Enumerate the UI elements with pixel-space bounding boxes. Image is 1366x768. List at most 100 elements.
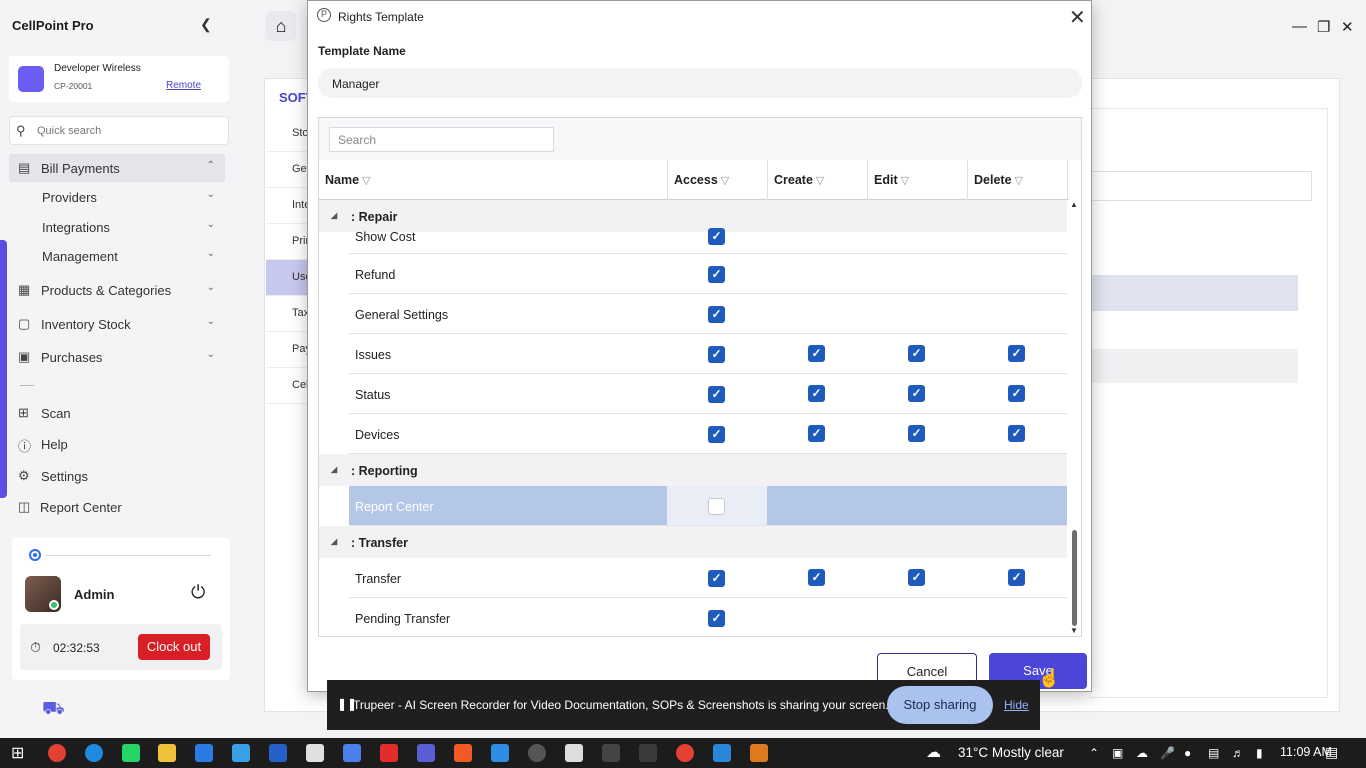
access-checkbox[interactable]: ✓	[708, 266, 725, 283]
grid-search-input[interactable]: Search	[329, 127, 554, 152]
table-row[interactable]: General Settings ✓	[349, 294, 1067, 334]
edge-icon[interactable]	[85, 744, 103, 762]
table-row[interactable]: Issues ✓ ✓ ✓ ✓	[349, 334, 1067, 374]
delete-checkbox[interactable]: ✓	[1008, 345, 1025, 362]
create-checkbox[interactable]: ✓	[808, 569, 825, 586]
tray-app-icon[interactable]: ▣	[1112, 746, 1123, 760]
access-checkbox[interactable]: ✓	[708, 610, 725, 627]
settings-tab[interactable]: Prin	[266, 224, 308, 260]
delete-checkbox[interactable]: ✓	[1008, 425, 1025, 442]
filter-icon[interactable]: ▽	[362, 175, 370, 187]
nav-inventory-stock[interactable]: ▢ Inventory Stock ⌄	[9, 310, 225, 338]
weather-text[interactable]: 31°C Mostly clear	[958, 745, 1064, 760]
nav-scan[interactable]: ⊞ Scan	[9, 399, 225, 427]
settings-tab[interactable]: Cell	[266, 368, 308, 404]
home-button[interactable]: ⌂	[266, 11, 296, 41]
table-row[interactable]: Status ✓ ✓ ✓ ✓	[349, 374, 1067, 414]
table-row[interactable]: Refund ✓	[349, 254, 1067, 294]
calculator-icon[interactable]	[602, 744, 620, 762]
table-row[interactable]: Transfer ✓ ✓ ✓ ✓	[349, 558, 1067, 598]
app-r-icon[interactable]	[269, 744, 287, 762]
settings-tab[interactable]: Sto	[266, 116, 308, 152]
group-header-transfer[interactable]: ◢ : Transfer	[319, 526, 1067, 558]
nav-purchases[interactable]: ▣ Purchases ⌄	[9, 343, 225, 371]
notepad-icon[interactable]	[565, 744, 583, 762]
clock-out-button[interactable]: Clock out	[138, 634, 210, 660]
column-header-access[interactable]: Access ▽	[668, 160, 768, 200]
slider-handle[interactable]	[29, 549, 41, 561]
filter-icon[interactable]: ▽	[901, 175, 909, 187]
scrollbar-thumb[interactable]	[1072, 530, 1077, 626]
filter-icon[interactable]: ▽	[816, 175, 824, 187]
nav-management[interactable]: Management ⌄	[9, 242, 225, 270]
app-icon[interactable]	[750, 744, 768, 762]
create-checkbox[interactable]: ✓	[808, 345, 825, 362]
access-checkbox[interactable]: ✓	[708, 306, 725, 323]
app-icon[interactable]	[491, 744, 509, 762]
settings-tab[interactable]: Tax	[266, 296, 308, 332]
hide-link[interactable]: Hide	[1004, 698, 1029, 712]
access-checkbox[interactable]: ✓	[708, 386, 725, 403]
filter-icon[interactable]: ▽	[1015, 175, 1023, 187]
photos-icon[interactable]	[713, 744, 731, 762]
close-window-icon[interactable]: ✕	[1341, 18, 1354, 36]
access-checkbox[interactable]: ✓	[708, 570, 725, 587]
table-row[interactable]: Pending Transfer ✓	[349, 598, 1067, 636]
close-icon[interactable]: ✕	[1069, 5, 1086, 30]
chrome-icon[interactable]	[676, 744, 694, 762]
delete-checkbox[interactable]: ✓	[1008, 385, 1025, 402]
battery-icon[interactable]: ▮	[1256, 746, 1263, 760]
minimize-icon[interactable]: —	[1292, 18, 1307, 35]
settings-tab[interactable]: Use	[266, 260, 308, 296]
nav-bill-payments[interactable]: ▤ Bill Payments ⌃	[9, 154, 225, 182]
network-icon[interactable]: ▤	[1208, 746, 1219, 760]
truck-icon[interactable]: ⛟	[42, 698, 65, 722]
column-header-edit[interactable]: Edit ▽	[868, 160, 968, 200]
access-checkbox[interactable]: ✓	[708, 498, 725, 515]
brave-icon[interactable]	[454, 744, 472, 762]
restore-icon[interactable]: ❐	[1317, 18, 1330, 36]
table-row[interactable]: Devices ✓ ✓ ✓ ✓	[349, 414, 1067, 454]
app-icon[interactable]	[528, 744, 546, 762]
store-icon[interactable]	[195, 744, 213, 762]
group-header-reporting[interactable]: ◢ : Reporting	[319, 454, 1067, 486]
cloud-icon[interactable]: ☁	[1136, 746, 1148, 760]
scroll-down-icon[interactable]: ▼	[1070, 626, 1078, 635]
delete-checkbox[interactable]: ✓	[1008, 569, 1025, 586]
app-icon[interactable]	[232, 744, 250, 762]
nav-help[interactable]: ⓘ Help	[9, 430, 225, 458]
nav-integrations[interactable]: Integrations ⌄	[9, 213, 225, 241]
edit-checkbox[interactable]: ✓	[908, 345, 925, 362]
stop-sharing-button[interactable]: Stop sharing	[887, 686, 993, 724]
edit-checkbox[interactable]: ✓	[908, 385, 925, 402]
column-header-name[interactable]: Name ▽	[319, 160, 668, 200]
edit-checkbox[interactable]: ✓	[908, 569, 925, 586]
nav-providers[interactable]: Providers ⌄	[9, 183, 225, 211]
nav-report-center[interactable]: ◫ Report Center	[9, 493, 225, 521]
quick-search-input[interactable]: ⚲ Quick search	[9, 116, 229, 145]
volume-icon[interactable]: ♬	[1232, 746, 1244, 760]
chrome-icon[interactable]	[48, 744, 66, 762]
table-row-selected[interactable]: Report Center ✓	[349, 486, 1067, 526]
app-icon[interactable]	[306, 744, 324, 762]
collapse-triangle-icon[interactable]: ◢	[331, 465, 337, 474]
nav-settings[interactable]: ⚙ Settings	[9, 462, 225, 490]
collapse-sidebar-button[interactable]: ❮	[200, 16, 212, 33]
windows-start-icon[interactable]: ⊞	[11, 743, 29, 762]
access-checkbox[interactable]: ✓	[708, 426, 725, 443]
column-header-create[interactable]: Create ▽	[768, 160, 868, 200]
settings-tab[interactable]: Pay	[266, 332, 308, 368]
settings-tab[interactable]: Ger	[266, 152, 308, 188]
microphone-icon[interactable]: 🎤	[1160, 746, 1175, 760]
column-header-delete[interactable]: Delete ▽	[968, 160, 1068, 200]
template-name-input[interactable]: Manager	[318, 68, 1082, 98]
create-checkbox[interactable]: ✓	[808, 425, 825, 442]
power-icon[interactable]: ⏻	[191, 582, 205, 603]
whatsapp-icon[interactable]	[122, 744, 140, 762]
lock-icon[interactable]: ●	[1184, 746, 1191, 760]
loading-icon[interactable]	[639, 744, 657, 762]
edit-checkbox[interactable]: ✓	[908, 425, 925, 442]
file-explorer-icon[interactable]	[158, 744, 176, 762]
app-icon[interactable]	[380, 744, 398, 762]
teams-icon[interactable]	[417, 744, 435, 762]
